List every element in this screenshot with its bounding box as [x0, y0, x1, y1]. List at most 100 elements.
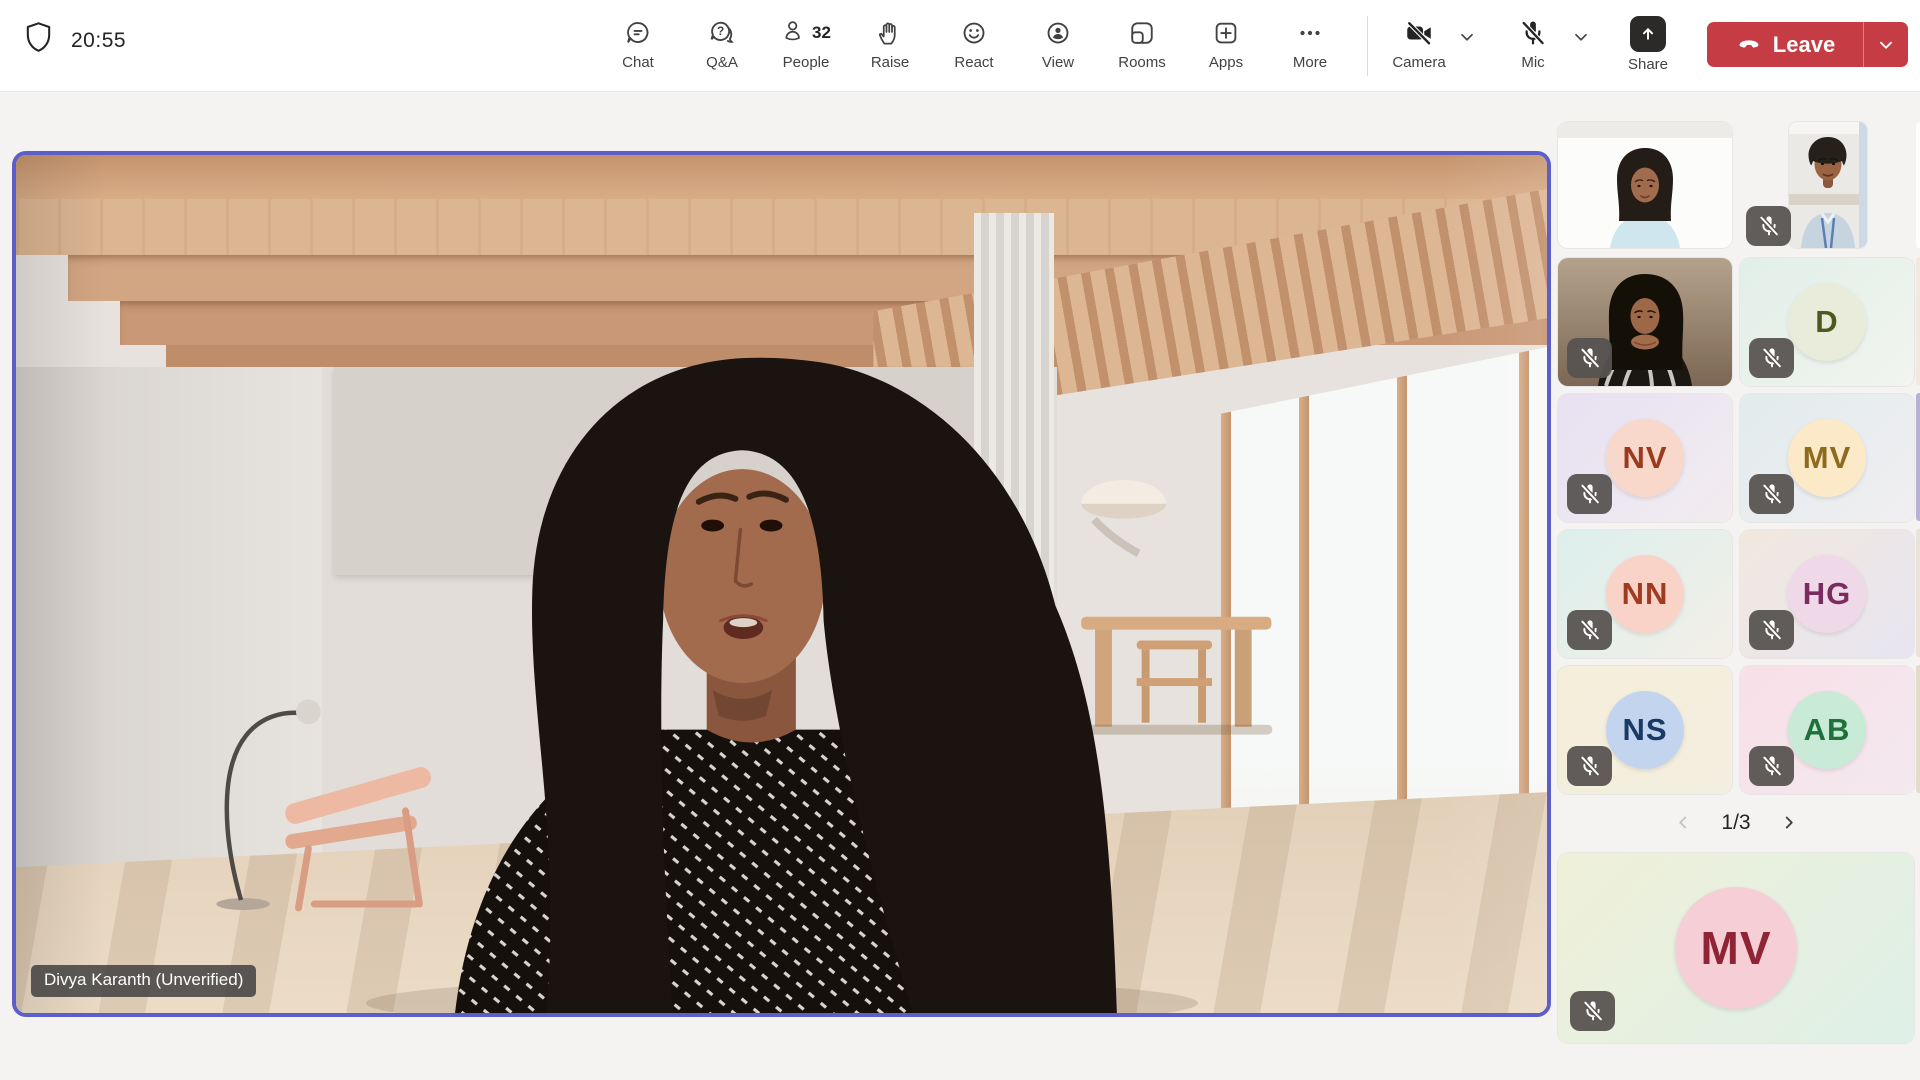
- clipped-tile-edge: [1916, 529, 1920, 657]
- mic-off-badge: [1567, 338, 1612, 378]
- chat-button[interactable]: Chat: [598, 8, 678, 84]
- mic-label: Mic: [1521, 54, 1545, 71]
- meeting-timer: 20:55: [71, 29, 127, 52]
- mic-button[interactable]: Mic: [1503, 8, 1563, 84]
- avatar: AB: [1788, 691, 1866, 769]
- chat-icon: [623, 16, 653, 50]
- mic-off-badge: [1567, 746, 1612, 786]
- active-speaker-video[interactable]: Divya Karanth (Unverified): [12, 151, 1551, 1017]
- next-page-button[interactable]: [1773, 807, 1805, 839]
- avatar: HG: [1788, 555, 1866, 633]
- participant-avatar-tile[interactable]: MV: [1740, 394, 1914, 522]
- participant-avatar-tile[interactable]: NS: [1558, 666, 1732, 794]
- rooms-label: Rooms: [1118, 54, 1166, 71]
- camera-off-icon: [1403, 16, 1435, 50]
- participant-video-tile[interactable]: [1558, 122, 1732, 248]
- apps-icon: [1211, 16, 1241, 50]
- avatar: D: [1788, 283, 1866, 361]
- qa-button[interactable]: ? Q&A: [682, 8, 762, 84]
- react-icon: [959, 16, 989, 50]
- participant-video: [1789, 122, 1867, 248]
- leave-options-chevron[interactable]: [1864, 34, 1908, 56]
- more-button[interactable]: More: [1270, 8, 1350, 84]
- avatar: NN: [1606, 555, 1684, 633]
- page-indicator: 1/3: [1721, 811, 1751, 834]
- participant-cell: NS: [1558, 666, 1732, 794]
- chat-label: Chat: [622, 54, 654, 71]
- toolbar-divider: [1367, 16, 1368, 76]
- more-icon: [1295, 16, 1325, 50]
- speaker-person: [366, 357, 1198, 1013]
- speaker-name-label: Divya Karanth (Unverified): [31, 965, 257, 997]
- previous-page-button[interactable]: [1667, 807, 1699, 839]
- meeting-info[interactable]: 20:55: [22, 20, 126, 62]
- participant-cell: [1740, 122, 1914, 248]
- participant-cell: D: [1740, 258, 1914, 386]
- avatar: NS: [1606, 691, 1684, 769]
- camera-label: Camera: [1392, 54, 1446, 71]
- lounge-chair: [285, 767, 431, 912]
- meeting-toolbar: 20:55 Chat ? Q&A 32 People Raise React V…: [0, 0, 1920, 92]
- camera-button[interactable]: Camera: [1389, 8, 1449, 84]
- mic-muted-icon: [1518, 16, 1548, 50]
- view-icon: [1043, 16, 1073, 50]
- mic-off-badge: [1749, 610, 1794, 650]
- roster-pagination: 1/3: [1558, 803, 1914, 843]
- mic-off-badge: [1749, 338, 1794, 378]
- participant-video-tile[interactable]: [1789, 122, 1867, 248]
- participant-avatar-tile[interactable]: NV: [1558, 394, 1732, 522]
- clipped-tile-edge: [1916, 257, 1920, 385]
- participant-cell: HG: [1740, 530, 1914, 658]
- react-label: React: [954, 54, 994, 71]
- apps-label: Apps: [1208, 54, 1244, 71]
- participant-avatar-tile[interactable]: NN: [1558, 530, 1732, 658]
- participant-avatar-tile[interactable]: AB: [1740, 666, 1914, 794]
- participant-cell: MV: [1740, 394, 1914, 522]
- mic-options-chevron[interactable]: [1563, 8, 1599, 84]
- participant-cell: AB: [1740, 666, 1914, 794]
- participant-avatar-tile[interactable]: D: [1740, 258, 1914, 386]
- participant-count: 32: [812, 23, 831, 42]
- mic-group: Mic: [1503, 8, 1599, 84]
- mic-off-badge: [1746, 206, 1791, 246]
- apps-button[interactable]: Apps: [1186, 8, 1266, 84]
- toolbar-buttons: Chat ? Q&A 32 People Raise React View Ro…: [598, 8, 1350, 84]
- participant-video: [1558, 122, 1732, 248]
- shield-icon: [22, 20, 55, 62]
- participant-avatar-tile[interactable]: HG: [1740, 530, 1914, 658]
- mic-off-badge: [1567, 610, 1612, 650]
- participant-cell: [1558, 258, 1732, 386]
- camera-options-chevron[interactable]: [1449, 8, 1485, 84]
- people-label: People: [782, 54, 830, 71]
- avatar: MV: [1675, 887, 1797, 1009]
- hangup-icon: [1735, 28, 1763, 61]
- participant-cell: [1558, 122, 1732, 248]
- raise-hand-icon: [875, 16, 905, 50]
- clipped-tile-edge: [1916, 393, 1920, 521]
- mic-off-badge: [1749, 474, 1794, 514]
- speaker-illustration: [216, 357, 1273, 1013]
- avatar: MV: [1788, 419, 1866, 497]
- people-button[interactable]: 32 People: [766, 8, 846, 84]
- mic-off-badge: [1570, 991, 1615, 1031]
- clipped-tile-edge: [1916, 122, 1920, 248]
- rooms-icon: [1127, 16, 1157, 50]
- rooms-button[interactable]: Rooms: [1102, 8, 1182, 84]
- view-button[interactable]: View: [1018, 8, 1098, 84]
- dining-table: [1081, 616, 1273, 735]
- share-label: Share: [1627, 56, 1669, 73]
- share-button[interactable]: Share: [1618, 8, 1678, 84]
- wall-lamp: [1081, 479, 1167, 557]
- qa-label: Q&A: [706, 54, 738, 71]
- participant-roster: D NV MV NN HG NS AB: [1558, 122, 1914, 794]
- camera-group: Camera: [1389, 8, 1485, 84]
- share-icon: [1630, 16, 1666, 52]
- people-icon: [781, 16, 809, 51]
- leave-button[interactable]: Leave: [1707, 22, 1908, 67]
- mic-off-badge: [1749, 746, 1794, 786]
- spotlight-tile[interactable]: MV: [1558, 853, 1914, 1043]
- participant-cell: NN: [1558, 530, 1732, 658]
- raise-label: Raise: [870, 54, 910, 71]
- react-button[interactable]: React: [934, 8, 1014, 84]
- raise-hand-button[interactable]: Raise: [850, 8, 930, 84]
